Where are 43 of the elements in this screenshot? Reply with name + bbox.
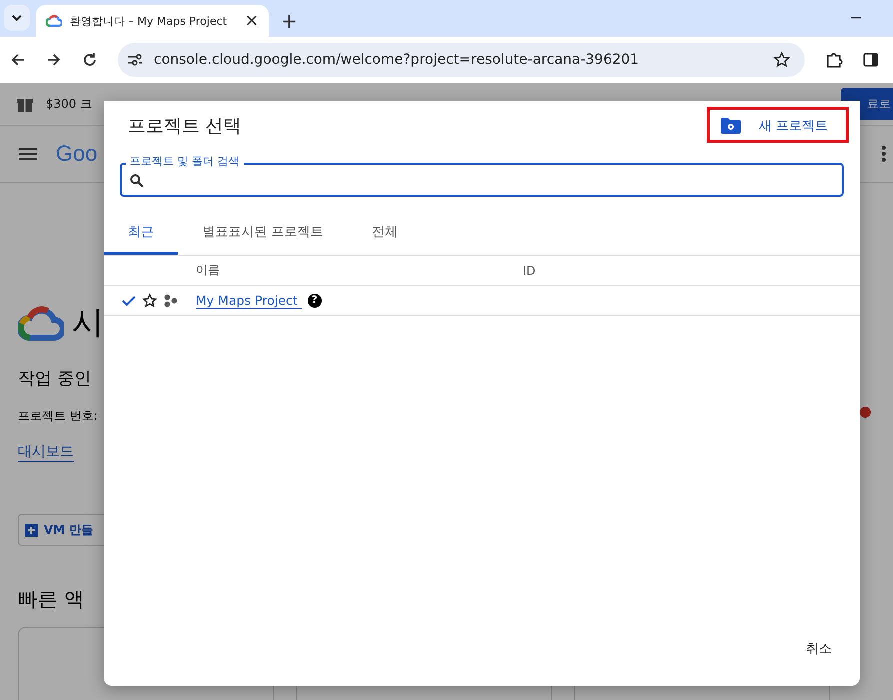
help-icon[interactable]: ? — [308, 294, 322, 308]
cloud-logo-icon — [18, 305, 64, 341]
menu-icon[interactable] — [18, 146, 38, 162]
back-icon[interactable] — [10, 52, 26, 68]
cancel-button[interactable]: 취소 — [798, 634, 840, 664]
dialog-tab[interactable]: 별표표시된 프로젝트 — [178, 211, 348, 255]
project-name-link[interactable]: My Maps Project — [196, 292, 302, 308]
new-project-button[interactable]: 새 프로젝트 — [714, 116, 834, 136]
dashboard-link[interactable]: 대시보드 — [18, 443, 74, 462]
site-settings-icon[interactable] — [126, 53, 144, 67]
search-icon — [130, 174, 144, 188]
new-tab-button[interactable]: + — [281, 11, 298, 31]
tab-title: 환영합니다 – My Maps Project — [70, 14, 228, 28]
dialog-tab[interactable]: 최근 — [104, 211, 178, 255]
url-text: console.cloud.google.com/welcome?project=resolute-arcana-396201 — [154, 52, 640, 68]
star-icon[interactable] — [142, 292, 158, 308]
column-header: 이름 — [196, 262, 221, 279]
forward-icon[interactable] — [46, 52, 62, 68]
page-subheading: 작업 중인 — [18, 368, 92, 390]
close-tab-button[interactable]: × — [244, 11, 259, 31]
folder-gear-icon — [720, 118, 741, 134]
section-heading: 빠른 액 — [18, 586, 84, 613]
reload-icon[interactable] — [82, 52, 98, 68]
column-header: ID — [523, 264, 536, 278]
plus-icon — [25, 524, 38, 536]
promo-text: $300 크 — [46, 96, 92, 112]
address-bar[interactable]: console.cloud.google.com/welcome?project=resolute-arcana-396201 — [118, 43, 805, 77]
extensions-icon[interactable] — [825, 51, 843, 69]
tab-list-button[interactable] — [4, 5, 30, 31]
search-label: 프로젝트 및 폴더 검색 — [126, 155, 244, 169]
dialog-title: 프로젝트 선택 — [128, 115, 242, 138]
logo-text: Goo — [56, 141, 98, 167]
side-panel-icon[interactable] — [863, 52, 879, 68]
browser-tab[interactable]: 환영합니다 – My Maps Project × — [36, 5, 269, 37]
project-icon — [164, 294, 178, 308]
search-field[interactable]: 프로젝트 및 폴더 검색 — [120, 155, 844, 197]
dialog-tab[interactable]: 전체 — [348, 211, 422, 255]
project-number-label: 프로젝트 번호: — [18, 408, 98, 425]
cloud-icon — [46, 14, 62, 28]
more-icon[interactable] — [881, 145, 887, 163]
bookmark-star-icon[interactable] — [773, 51, 791, 69]
notification-dot — [860, 407, 871, 418]
page-heading: 시 — [72, 302, 104, 343]
